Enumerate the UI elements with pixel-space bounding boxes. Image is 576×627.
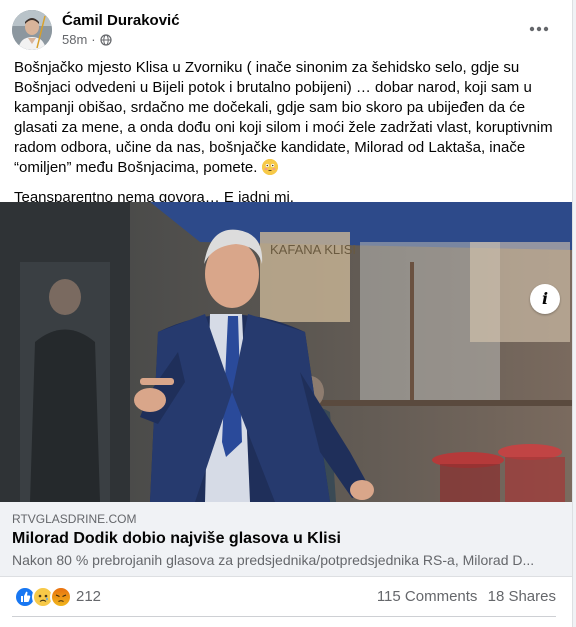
link-description: Nakon 80 % prebrojanih glasova za predsj…	[12, 552, 535, 568]
post-meta: 58m ·	[62, 32, 112, 47]
cafe-sign-text: KAFANA KLISI	[270, 242, 356, 257]
reaction-count[interactable]: 212	[76, 588, 101, 605]
link-preview-image[interactable]: KAFANA KLISI	[0, 202, 572, 502]
post-header: Ćamil Duraković 58m ·	[12, 8, 560, 52]
post-body: Bošnjačko mjesto Klisa u Zvorniku ( inač…	[14, 58, 560, 218]
engagement-bar: 212 115 Comments 18 Shares	[14, 584, 556, 608]
author-avatar[interactable]	[12, 10, 52, 50]
globe-icon[interactable]	[100, 33, 112, 46]
news-photo: KAFANA KLISI	[0, 202, 572, 502]
comments-count[interactable]: 115 Comments	[377, 588, 478, 605]
link-title[interactable]: Milorad Dodik dobio najviše glasova u Kl…	[12, 530, 341, 548]
link-domain: RTVGLASDRINE.COM	[12, 512, 137, 526]
comment-share-counts: 115 Comments 18 Shares	[371, 588, 556, 605]
meta-separator: ·	[91, 32, 96, 47]
actions-divider	[12, 616, 556, 617]
avatar-photo	[12, 10, 52, 50]
post-time[interactable]: 58m	[62, 32, 87, 47]
flushed-face-emoji	[261, 159, 278, 175]
more-options-button[interactable]	[524, 16, 554, 40]
info-button[interactable]: i	[530, 284, 560, 314]
post-paragraph-text: Bošnjačko mjesto Klisa u Zvorniku ( inač…	[14, 59, 553, 176]
angry-icon	[50, 586, 72, 608]
reactions-summary[interactable]	[14, 586, 72, 608]
post-paragraph: Bošnjačko mjesto Klisa u Zvorniku ( inač…	[14, 58, 560, 178]
link-preview[interactable]: RTVGLASDRINE.COM Milorad Dodik dobio naj…	[0, 502, 572, 577]
author-name[interactable]: Ćamil Duraković	[62, 12, 180, 29]
more-horizontal-icon	[529, 26, 549, 32]
shares-count[interactable]: 18 Shares	[488, 588, 556, 605]
post-card: Ćamil Duraković 58m · Bošnjačko mjesto K…	[0, 0, 573, 627]
